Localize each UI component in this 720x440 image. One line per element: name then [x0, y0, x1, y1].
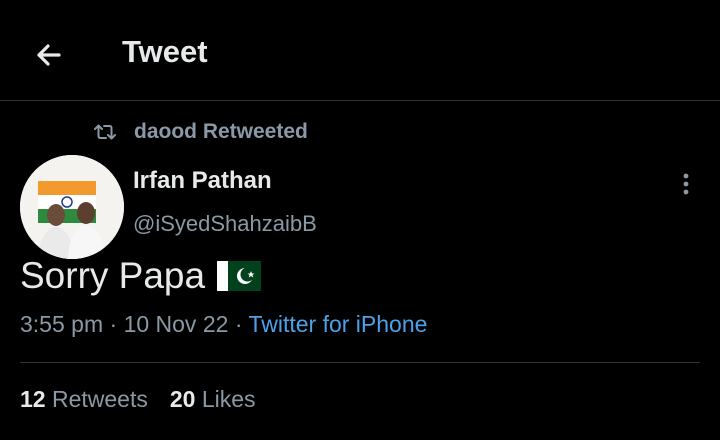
- meta-separator: ·: [234, 311, 249, 337]
- likes-stat[interactable]: 20 Likes: [170, 386, 256, 412]
- avatar[interactable]: [20, 155, 124, 259]
- retweets-count: 12: [20, 386, 46, 412]
- page-title: Tweet: [122, 34, 208, 69]
- divider: [20, 362, 700, 363]
- tweet-date: 10 Nov 22: [123, 311, 229, 337]
- back-arrow-icon[interactable]: [28, 36, 68, 76]
- retweets-label: Retweets: [51, 386, 148, 412]
- likes-label: Likes: [201, 386, 256, 412]
- header: Tweet: [0, 0, 720, 101]
- avatar-image: [20, 155, 124, 259]
- pakistan-flag-icon: [217, 261, 262, 291]
- tweet-text: Sorry Papa: [20, 255, 262, 297]
- tweet-source-link[interactable]: Twitter for iPhone: [248, 311, 427, 337]
- more-options-icon[interactable]: [672, 170, 700, 200]
- tweet-stats: 12 Retweets 20 Likes: [20, 386, 256, 413]
- retweet-indicator[interactable]: daood Retweeted: [92, 118, 308, 146]
- author-handle[interactable]: @iSyedShahzaibB: [133, 211, 317, 237]
- tweet-time: 3:55 pm: [20, 311, 104, 337]
- tweet-meta: 3:55 pm · 10 Nov 22 · Twitter for iPhone: [20, 311, 427, 338]
- retweeted-by-label: daood Retweeted: [134, 120, 308, 143]
- retweets-stat[interactable]: 12 Retweets: [20, 386, 148, 412]
- tweet-body: Sorry Papa: [20, 255, 206, 296]
- likes-count: 20: [169, 386, 196, 412]
- meta-separator: ·: [109, 311, 124, 337]
- author-name[interactable]: Irfan Pathan: [133, 167, 272, 195]
- retweet-icon: [94, 124, 116, 140]
